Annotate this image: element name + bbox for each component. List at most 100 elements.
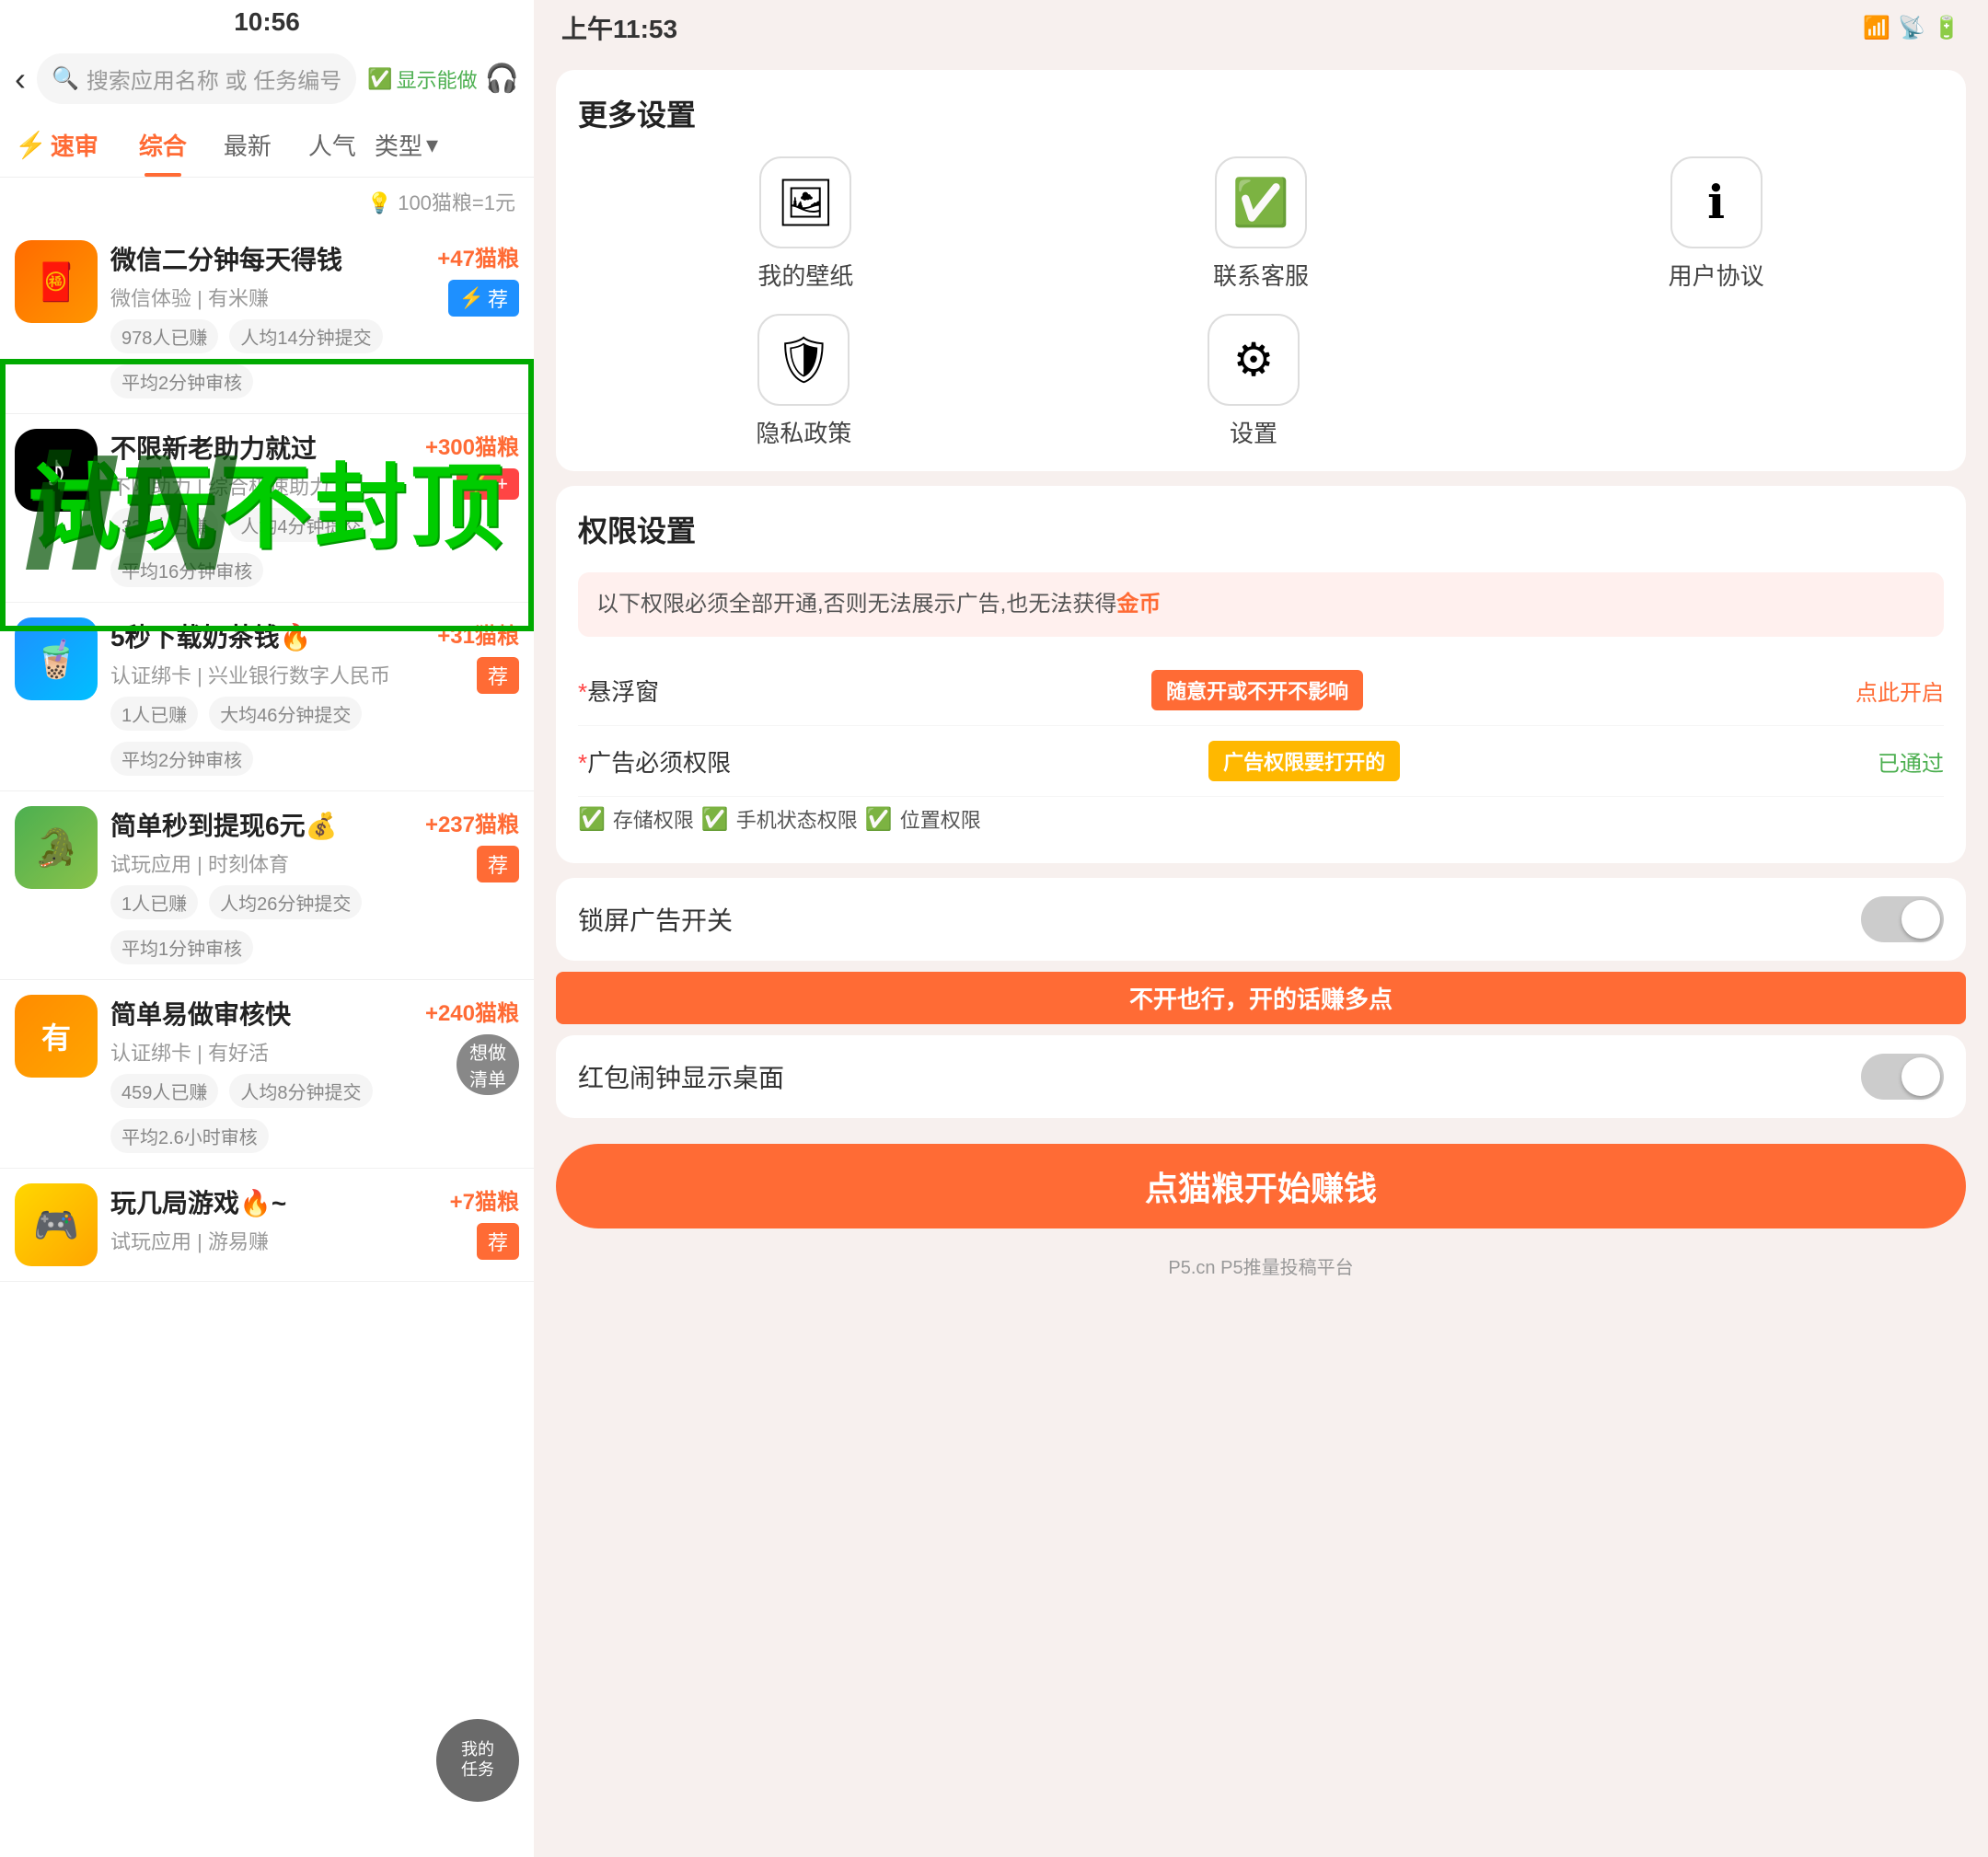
perm-open-link[interactable]: 点此开启 [1855, 675, 1944, 707]
perm-tag-ad: 广告权限要打开的 [1208, 741, 1400, 781]
battery-icon: 🔋 [1933, 15, 1960, 41]
green-border-right [528, 359, 534, 626]
wallpaper-label: 我的壁纸 [757, 258, 853, 292]
chevron-down-icon: ▾ [426, 131, 438, 159]
app-icon-6: 🎮 [15, 1183, 98, 1266]
list-item[interactable]: 🎮 玩几局游戏🔥~ 试玩应用 | 游易赚 +7猫粮 荐 [0, 1169, 534, 1282]
settings-wallpaper[interactable]: 🖼 我的壁纸 [757, 156, 853, 292]
stat-badge: 平均2分钟审核 [110, 742, 253, 776]
brand-name: 速审 [51, 128, 98, 162]
lock-screen-toggle[interactable] [1861, 896, 1944, 942]
check-location-icon: ✅ [865, 806, 893, 833]
cta-text: 点猫粮开始赚钱 [1145, 1170, 1377, 1207]
red-packet-toggle[interactable] [1861, 1054, 1944, 1100]
stat-badge: 平均2分钟审核 [110, 364, 253, 398]
task-subtitle-1: 微信体验 | 有米赚 [110, 283, 424, 312]
lock-screen-banner: 不开也行，开的话赚多点 [556, 972, 1966, 1024]
tab-人气[interactable]: 人气 [290, 121, 375, 169]
asterisk-icon-2: * [578, 749, 587, 777]
stat-badge: 平均2.6小时审核 [110, 1119, 269, 1153]
terms-icon-wrap: ℹ [1670, 156, 1763, 248]
task-stats-5: 459人已赚 人均8分钟提交 平均2.6小时审核 [110, 1074, 412, 1153]
perm-phone: 手机状态权限 [736, 804, 858, 834]
left-panel: 10:56 ‹ 🔍 搜索应用名称 或 任务编号 ✅ 显示能做 🎧 ⚡ 速审 综合… [0, 0, 534, 1857]
tab-综合[interactable]: 综合 [121, 121, 205, 169]
privacy-icon: 🛡 [775, 333, 833, 387]
coins-hint: 💡 100猫粮=1元 [0, 178, 534, 225]
terms-label: 用户协议 [1669, 258, 1764, 292]
list-item[interactable]: 🧧 微信二分钟每天得钱 微信体验 | 有米赚 978人已赚 人均14分钟提交 平… [0, 225, 534, 414]
task-title-5: 简单易做审核快 [110, 995, 412, 1032]
perm-storage: 存储权限 [613, 804, 694, 834]
stat-badge: 459人已赚 [110, 1074, 218, 1108]
task-info-6: 玩几局游戏🔥~ 试玩应用 | 游易赚 [110, 1183, 437, 1263]
perm-sub-row: ✅ 存储权限 ✅ 手机状态权限 ✅ 位置权限 [578, 797, 1944, 841]
settings-privacy[interactable]: 🛡 隐私政策 [756, 314, 851, 449]
list-item[interactable]: 有 简单易做审核快 认证绑卡 | 有好活 459人已赚 人均8分钟提交 平均2.… [0, 980, 534, 1169]
status-bar-right: 上午11:53 📶 📡 🔋 [534, 0, 1988, 55]
search-bar: ‹ 🔍 搜索应用名称 或 任务编号 ✅ 显示能做 🎧 [0, 44, 534, 113]
stat-badge: 978人已赚 [110, 319, 218, 353]
bottom-cta-button[interactable]: 点猫粮开始赚钱 [556, 1144, 1966, 1228]
task-subtitle-5: 认证绑卡 | 有好活 [110, 1037, 412, 1067]
task-info-5: 简单易做审核快 认证绑卡 | 有好活 459人已赚 人均8分钟提交 平均2.6小… [110, 995, 412, 1153]
tab-最新[interactable]: 最新 [205, 121, 290, 169]
settings-config[interactable]: ⚙ 设置 [1208, 314, 1300, 449]
perm-tag-floating: 随意开或不开不影响 [1151, 670, 1363, 710]
reward-text-5: +240猫粮 [425, 995, 519, 1027]
tab-类型[interactable]: 类型 ▾ [375, 128, 438, 162]
my-tasks-button[interactable]: 我的任务 [436, 1719, 519, 1802]
task-subtitle-3: 认证绑卡 | 兴业银行数字人民币 [110, 660, 424, 689]
green-border-left [0, 359, 6, 626]
right-panel: 上午11:53 📶 📡 🔋 更多设置 🖼 我的壁纸 ✅ 联系客服 [534, 0, 1988, 1857]
reward-text-3: +31猫粮 [437, 617, 519, 650]
search-input-wrap[interactable]: 🔍 搜索应用名称 或 任务编号 [37, 53, 356, 104]
settings-terms[interactable]: ℹ 用户协议 [1669, 156, 1764, 292]
toggle-knob-2 [1901, 1057, 1940, 1096]
float-buttons: 我的任务 [436, 1719, 519, 1802]
search-right: ✅ 显示能做 🎧 [367, 63, 519, 95]
brand-logo: ⚡ 速审 [15, 128, 98, 162]
permissions-section: 权限设置 以下权限必须全部开通,否则无法展示广告,也无法获得金币 *悬浮窗 随意… [556, 486, 1966, 863]
perm-row-floating: *悬浮窗 随意开或不开不影响 点此开启 [578, 655, 1944, 726]
back-button[interactable]: ‹ [15, 60, 26, 98]
green-border-bottom [0, 626, 534, 631]
headset-icon[interactable]: 🎧 [485, 63, 519, 95]
reward-text-6: +7猫粮 [450, 1183, 519, 1216]
task-title-1: 微信二分钟每天得钱 [110, 240, 424, 277]
coin-icon: 💡 [367, 191, 392, 214]
signal-icon: 📶 [1863, 15, 1890, 41]
gear-icon: ⚙ [1233, 333, 1275, 386]
task-reward-5: +240猫粮 想做清单 [425, 995, 519, 1095]
lock-screen-label: 锁屏广告开关 [578, 901, 733, 938]
green-border-top [0, 359, 534, 364]
nav-tabs: ⚡ 速审 综合 最新 人气 类型 ▾ [0, 113, 534, 178]
support-icon: ✅ [1232, 176, 1289, 230]
flash-icon: ⚡ [15, 130, 47, 160]
support-icon-wrap: ✅ [1215, 156, 1307, 248]
list-item[interactable]: 🐊 简单秒到提现6元💰 试玩应用 | 时刻体育 1人已赚 人均26分钟提交 平均… [0, 791, 534, 980]
terms-icon: ℹ [1707, 176, 1725, 229]
status-bar-left: 10:56 [0, 0, 534, 44]
wallpaper-icon-wrap: 🖼 [759, 156, 851, 248]
reward-text-4: +237猫粮 [425, 806, 519, 838]
iin-overlay: iIN [23, 431, 235, 596]
task-info-1: 微信二分钟每天得钱 微信体验 | 有米赚 978人已赚 人均14分钟提交 平均2… [110, 240, 424, 398]
perm-highlight: 金币 [1116, 592, 1161, 617]
verified-text: 显示能做 [397, 64, 478, 94]
check-phone-icon: ✅ [701, 806, 729, 833]
stat-badge: 人均14分钟提交 [229, 319, 382, 353]
settings-grid-row2: 🛡 隐私政策 ⚙ 设置 [578, 314, 1944, 449]
lightning-icon: ⚡ [459, 286, 484, 310]
check-storage-icon: ✅ [578, 806, 606, 833]
lock-screen-toggle-row: 锁屏广告开关 [556, 878, 1966, 961]
app-icon-5: 有 [15, 995, 98, 1078]
verified-badge: ✅ 显示能做 [367, 64, 477, 94]
red-packet-label: 红包闹钟显示桌面 [578, 1058, 784, 1095]
privacy-label: 隐私政策 [756, 415, 851, 449]
support-label: 联系客服 [1213, 258, 1309, 292]
more-settings-section: 更多设置 🖼 我的壁纸 ✅ 联系客服 ℹ 用户协议 [556, 70, 1966, 471]
task-subtitle-4: 试玩应用 | 时刻体育 [110, 848, 412, 878]
settings-support[interactable]: ✅ 联系客服 [1213, 156, 1309, 292]
asterisk-icon: * [578, 678, 587, 706]
